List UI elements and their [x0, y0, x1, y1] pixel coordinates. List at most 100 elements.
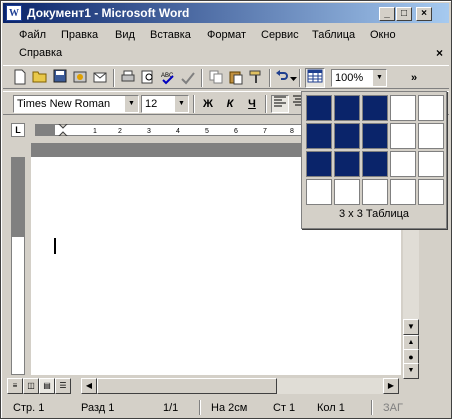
outline-view-icon[interactable]: ☰	[55, 378, 71, 394]
text-cursor	[54, 238, 56, 254]
table-grid	[306, 95, 444, 205]
svg-text:3: 3	[147, 128, 151, 135]
paste-icon[interactable]	[227, 69, 245, 87]
print-icon[interactable]	[119, 69, 137, 87]
status-bar: Стр. 1 Разд 1 1/1 На 2см Ст 1 Кол 1 ЗАГ	[3, 398, 449, 416]
table-grid-cell[interactable]	[362, 95, 388, 121]
chevron-down-icon[interactable]: ▼	[124, 96, 138, 112]
spelling-icon[interactable]: ABC	[159, 69, 177, 87]
table-grid-cell[interactable]	[334, 95, 360, 121]
svg-text:2: 2	[118, 128, 122, 135]
copy-icon[interactable]	[207, 69, 225, 87]
chevron-down-icon[interactable]: ▼	[174, 96, 188, 112]
next-page-icon[interactable]: ▼	[403, 363, 419, 379]
italic-button[interactable]: К	[221, 95, 239, 113]
menu-window[interactable]: Окно	[370, 29, 396, 41]
menu-format[interactable]: Формат	[207, 29, 246, 41]
menu-table[interactable]: Таблица	[312, 29, 355, 41]
toolbar-separator	[299, 69, 301, 87]
window-title: Документ1 - Microsoft Word	[27, 6, 190, 20]
table-grid-cell[interactable]	[362, 123, 388, 149]
table-grid-cell[interactable]	[418, 123, 444, 149]
svg-text:7: 7	[263, 128, 267, 135]
zoom-value: 100%	[335, 72, 364, 84]
scroll-down-icon[interactable]: ▼	[403, 319, 419, 335]
print-layout-icon[interactable]: ▤	[39, 378, 55, 394]
toolbar-more-icon[interactable]: »	[407, 69, 421, 87]
status-page: Стр. 1	[13, 402, 45, 414]
table-grid-cell[interactable]	[390, 179, 416, 205]
menu-tools[interactable]: Сервис	[261, 29, 299, 41]
standard-toolbar: ABC 100% ▼ »	[3, 65, 449, 89]
menu-close-icon[interactable]: ×	[436, 46, 443, 60]
horizontal-scroll-thumb[interactable]	[97, 378, 277, 394]
menu-help[interactable]: Справка	[19, 47, 62, 59]
horizontal-scrollbar[interactable]: ◀ ▶	[81, 378, 399, 394]
status-mode[interactable]: ЗАГ	[383, 400, 403, 416]
align-left-icon[interactable]	[271, 95, 289, 113]
minimize-button[interactable]: _	[379, 7, 395, 21]
tab-selector-icon[interactable]: L	[11, 123, 25, 137]
close-button[interactable]: ×	[416, 7, 432, 21]
toolbar-separator	[193, 95, 195, 113]
format-painter-icon[interactable]	[247, 69, 265, 87]
insert-table-icon[interactable]	[305, 68, 325, 88]
table-grid-cell[interactable]	[306, 151, 332, 177]
font-select[interactable]: Times New Roman ▼	[13, 95, 139, 113]
menu-edit[interactable]: Правка	[61, 29, 98, 41]
menu-view[interactable]: Вид	[115, 29, 135, 41]
view-buttons: ≡ ◫ ▤ ☰	[7, 378, 79, 394]
table-grid-cell[interactable]	[306, 123, 332, 149]
title-bar[interactable]: W Документ1 - Microsoft Word _ □ ×	[3, 3, 449, 23]
research-icon[interactable]	[179, 69, 197, 87]
web-view-icon[interactable]: ◫	[23, 378, 39, 394]
table-grid-cell[interactable]	[306, 95, 332, 121]
zoom-select[interactable]: 100% ▼	[331, 69, 387, 87]
table-grid-cell[interactable]	[334, 151, 360, 177]
toolbar-separator	[269, 69, 271, 87]
align-center-icon[interactable]	[293, 95, 301, 113]
permission-icon[interactable]	[71, 69, 89, 87]
table-grid-cell[interactable]	[418, 95, 444, 121]
word-app-icon[interactable]: W	[6, 5, 22, 21]
toolbar-separator	[265, 95, 267, 113]
vertical-ruler-margin	[11, 157, 25, 237]
font-size-select[interactable]: 12 ▼	[141, 95, 189, 113]
scroll-left-icon[interactable]: ◀	[81, 378, 97, 394]
svg-text:4: 4	[176, 128, 180, 135]
menu-file[interactable]: Файл	[19, 29, 46, 41]
menu-bar: Файл Правка Вид Вставка Формат Сервис Та…	[3, 25, 449, 65]
chevron-down-icon[interactable]: ▼	[372, 70, 386, 86]
status-separator	[199, 400, 201, 415]
save-icon[interactable]	[51, 69, 69, 87]
undo-icon[interactable]	[275, 69, 289, 87]
table-grid-cell[interactable]	[306, 179, 332, 205]
new-document-icon[interactable]	[11, 69, 29, 87]
undo-dropdown-icon[interactable]	[289, 69, 297, 87]
email-icon[interactable]	[91, 69, 109, 87]
normal-view-icon[interactable]: ≡	[7, 378, 23, 394]
status-pages: 1/1	[163, 402, 179, 414]
svg-text:5: 5	[205, 128, 209, 135]
print-preview-icon[interactable]	[139, 69, 157, 87]
scroll-right-icon[interactable]: ▶	[383, 378, 399, 394]
status-section: Разд 1	[81, 402, 115, 414]
open-folder-icon[interactable]	[31, 69, 49, 87]
table-grid-cell[interactable]	[418, 179, 444, 205]
table-grid-cell[interactable]	[390, 151, 416, 177]
table-grid-cell[interactable]	[334, 179, 360, 205]
maximize-button[interactable]: □	[396, 7, 412, 21]
table-grid-cell[interactable]	[334, 123, 360, 149]
menu-insert[interactable]: Вставка	[150, 29, 191, 41]
table-grid-cell[interactable]	[362, 151, 388, 177]
table-grid-cell[interactable]	[362, 179, 388, 205]
table-grid-cell[interactable]	[418, 151, 444, 177]
status-line: Ст 1	[273, 402, 296, 414]
bold-button[interactable]: Ж	[199, 95, 217, 113]
underline-button[interactable]: Ч	[243, 95, 261, 113]
table-grid-cell[interactable]	[390, 95, 416, 121]
svg-text:1: 1	[93, 128, 97, 135]
svg-text:8: 8	[290, 128, 294, 135]
status-position: На 2см	[211, 402, 248, 414]
table-grid-cell[interactable]	[390, 123, 416, 149]
